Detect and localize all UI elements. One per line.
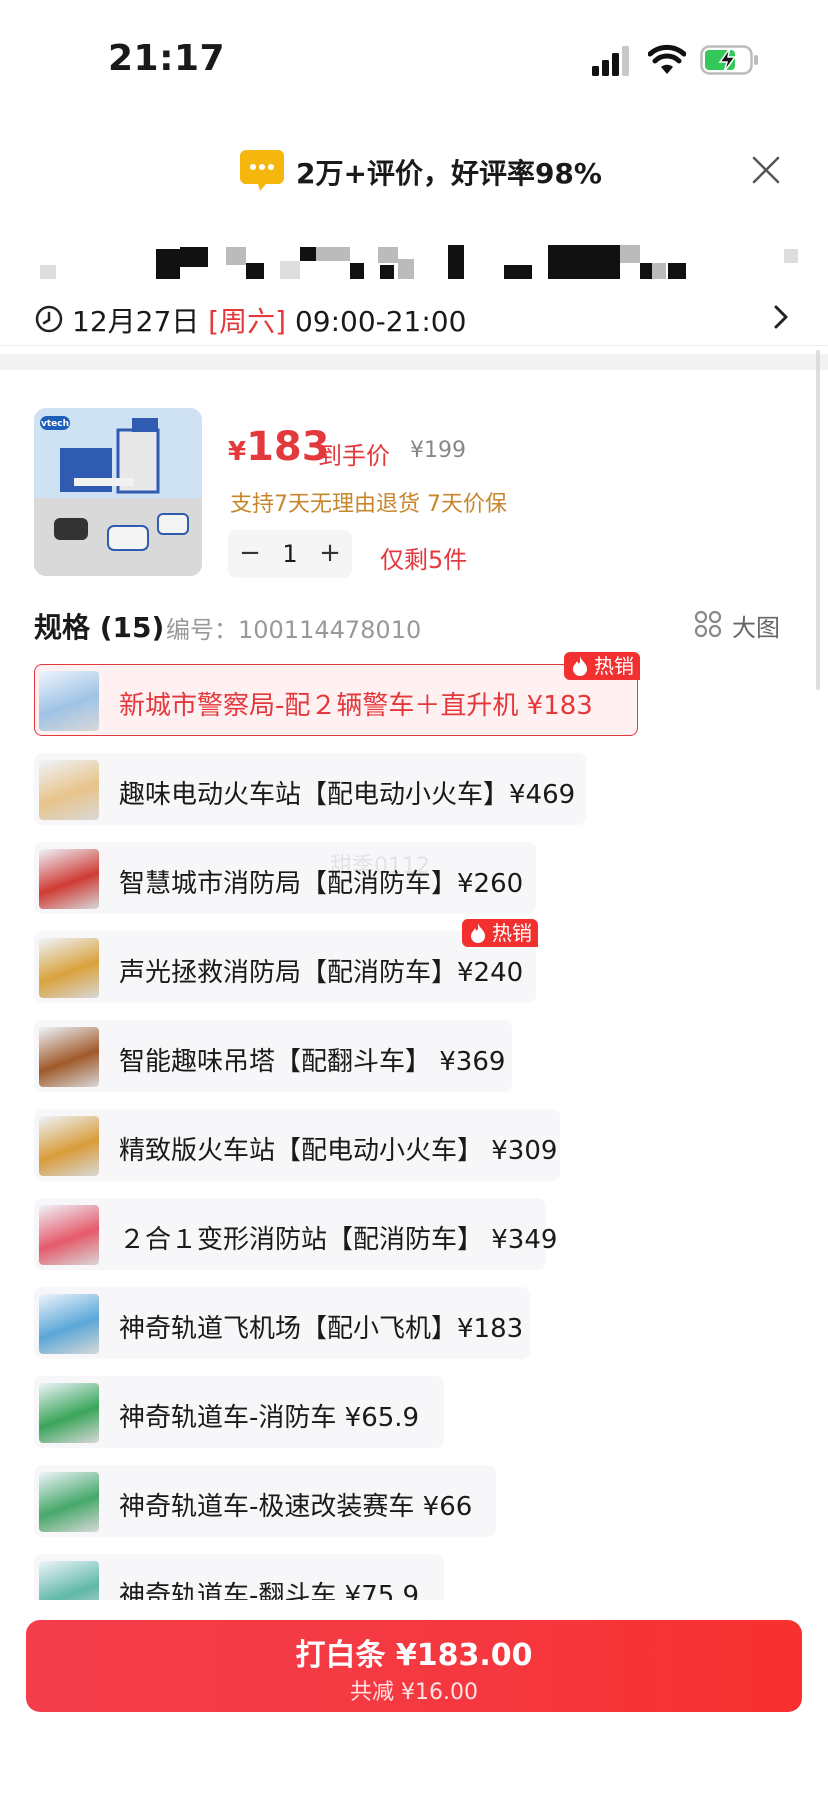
spec-option-label: 神奇轨道飞机场【配小飞机】¥183	[119, 1314, 524, 1344]
spec-option-label: 精致版火车站【配电动小火车】 ¥309	[119, 1136, 558, 1166]
spec-option[interactable]: 声光拯救消防局【配消防车】¥240	[34, 931, 536, 1003]
delivery-weekday: [周六]	[208, 305, 287, 338]
spec-option-label: 声光拯救消防局【配消防车】¥240	[119, 958, 524, 988]
close-icon[interactable]	[750, 154, 782, 186]
watermark: 甜季0112	[330, 854, 430, 879]
grid-view-icon	[694, 610, 722, 638]
spec-option-label: 智能趣味吊塔【配翻斗车】 ¥369	[119, 1047, 506, 1077]
address-obscured	[0, 245, 828, 281]
stock-remaining: 仅剩5件	[380, 546, 468, 574]
status-bar: 21:17	[0, 0, 828, 120]
battery-charging-icon	[700, 45, 758, 75]
price-currency: ¥	[228, 437, 247, 467]
hot-sale-badge: 热销	[462, 919, 538, 947]
scrollbar[interactable]	[816, 350, 820, 690]
spec-option[interactable]: 神奇轨道车-极速改装赛车 ¥66	[34, 1465, 496, 1537]
delivery-date: 12月27日	[72, 305, 200, 338]
spec-option[interactable]: ２合１变形消防站【配消防车】 ¥349	[34, 1198, 557, 1270]
bottom-action-bar: 打白条 ¥183.00 共减 ¥16.00	[0, 1600, 828, 1796]
status-time: 21:17	[108, 38, 226, 79]
delivery-hours: 09:00-21:00	[294, 305, 467, 338]
spec-option-label: ２合１变形消防站【配消防车】 ¥349	[119, 1225, 558, 1255]
service-guarantee: 支持7天无理由退货 7天价保	[230, 492, 507, 517]
spec-option-thumbnail	[39, 1205, 99, 1265]
chevron-right-icon[interactable]	[770, 302, 792, 332]
pay-button-main-label: 打白条 ¥183.00	[295, 1638, 533, 1673]
product-image[interactable]: vtech	[34, 408, 202, 576]
spec-option-label: 神奇轨道车-消防车 ¥65.9	[119, 1403, 420, 1433]
pay-button-discount: 共减 ¥16.00	[350, 1680, 478, 1705]
spec-option-label: 趣味电动火车站【配电动小火车】¥469	[119, 780, 576, 810]
spec-option-thumbnail	[39, 1116, 99, 1176]
final-price: ¥183	[228, 424, 330, 470]
quantity-stepper: − 1 +	[228, 530, 352, 578]
product-code: 编号：100114478010	[166, 616, 422, 644]
brand-logo: vtech	[41, 419, 69, 429]
chat-bubble-icon	[240, 150, 284, 191]
increase-button[interactable]: +	[310, 530, 350, 578]
hot-sale-badge: 热销	[564, 652, 640, 680]
spec-option-thumbnail	[39, 1027, 99, 1087]
spec-option-thumbnail	[39, 1383, 99, 1443]
big-image-label: 大图	[732, 614, 780, 642]
quantity-value[interactable]: 1	[268, 530, 312, 578]
wifi-icon	[648, 44, 686, 74]
flame-icon	[573, 656, 587, 676]
delivery-text: 12月27日 [周六] 09:00-21:00	[72, 300, 466, 340]
spec-option-label: 新城市警察局-配２辆警车＋直升机 ¥183	[119, 691, 593, 721]
spec-option-thumbnail	[39, 849, 99, 909]
spec-option-thumbnail	[39, 938, 99, 998]
spec-option[interactable]: 精致版火车站【配电动小火车】 ¥309	[34, 1109, 560, 1181]
product-image-art: vtech	[34, 408, 202, 576]
review-banner: 2万+评价，好评率98%	[0, 140, 828, 200]
spec-option[interactable]: 智能趣味吊塔【配翻斗车】 ¥369	[34, 1020, 512, 1092]
spec-option-thumbnail	[39, 1294, 99, 1354]
spec-option-label: 神奇轨道车-极速改装赛车 ¥66	[119, 1492, 473, 1522]
original-price: ¥199	[410, 438, 466, 463]
review-summary: 2万+评价，好评率98%	[296, 157, 602, 190]
flame-icon	[471, 923, 485, 943]
price-tag: 到手价	[318, 442, 390, 470]
delivery-time-row[interactable]: 12月27日 [周六] 09:00-21:00	[0, 290, 828, 346]
spec-title: 规格 (15)	[34, 611, 165, 644]
decrease-button[interactable]: −	[230, 530, 270, 578]
spec-option-thumbnail	[39, 671, 99, 731]
spec-option[interactable]: 趣味电动火车站【配电动小火车】¥469	[34, 753, 586, 825]
spec-option-thumbnail	[39, 1472, 99, 1532]
spec-option[interactable]: 神奇轨道飞机场【配小飞机】¥183	[34, 1287, 530, 1359]
hot-sale-label: 热销	[492, 921, 532, 945]
hot-sale-label: 热销	[594, 654, 634, 678]
spec-option[interactable]: 新城市警察局-配２辆警车＋直升机 ¥183	[34, 664, 638, 736]
pay-with-baitiao-button[interactable]: 打白条 ¥183.00 共减 ¥16.00	[26, 1620, 802, 1712]
section-divider	[0, 354, 828, 370]
spec-option[interactable]: 神奇轨道车-消防车 ¥65.9	[34, 1376, 444, 1448]
spec-option-label: 智慧城市消防局【配消防车】¥260	[119, 869, 524, 899]
clock-icon	[35, 305, 63, 333]
spec-option-thumbnail	[39, 760, 99, 820]
cellular-signal-icon	[592, 46, 629, 76]
spec-option[interactable]: 智慧城市消防局【配消防车】¥260	[34, 842, 536, 914]
